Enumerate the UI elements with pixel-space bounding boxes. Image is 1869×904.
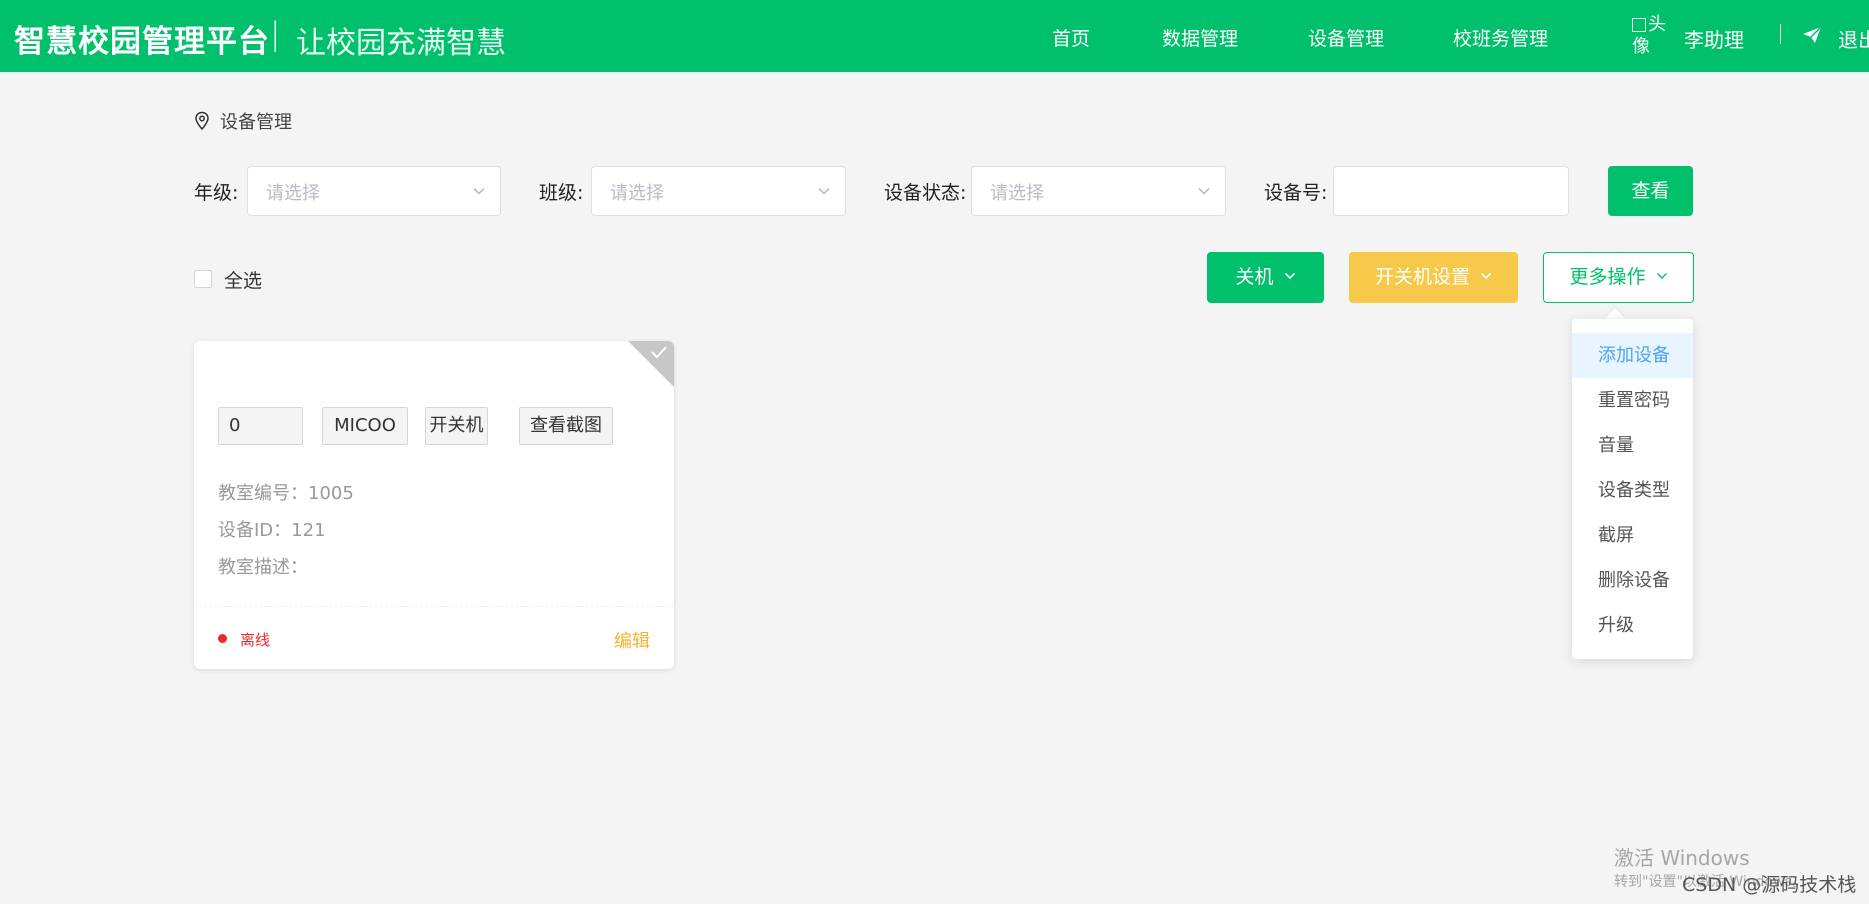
brand-slogan: 让校园充满智慧: [296, 26, 506, 61]
power-schedule-label: 开关机设置: [1374, 266, 1470, 288]
chevron-down-icon: [1284, 272, 1295, 280]
device-number-chip: 0: [218, 407, 303, 445]
grade-select[interactable]: 请选择: [247, 166, 501, 216]
view-screenshot-chip[interactable]: 查看截图: [519, 407, 613, 445]
check-icon: [651, 346, 667, 359]
nav-data-management[interactable]: 数据管理: [1162, 24, 1238, 51]
status-label: 设备状态:: [884, 182, 967, 204]
menu-item-device-type[interactable]: 设备类型: [1572, 468, 1693, 513]
device-card[interactable]: 0 MICOO 开关机 查看截图 教室编号：1005 设备ID：121 教室描述…: [194, 341, 674, 669]
status-badge: 离线: [240, 631, 271, 649]
logout-link[interactable]: 退出: [1838, 24, 1869, 53]
nav-home[interactable]: 首页: [1052, 24, 1090, 51]
device-id: 设备ID：121: [218, 520, 326, 541]
menu-item-upgrade[interactable]: 升级: [1572, 603, 1693, 648]
card-divider: [194, 606, 674, 607]
top-header: 智慧校园管理平台 | 让校园充满智慧 首页 数据管理 设备管理 校班务管理 头像…: [0, 0, 1869, 72]
more-actions-label: 更多操作: [1569, 266, 1646, 288]
chevron-down-icon: [1198, 188, 1210, 195]
windows-activation-title: 激活 Windows: [1614, 846, 1750, 870]
power-schedule-button[interactable]: 开关机设置: [1349, 252, 1518, 303]
chevron-down-icon: [1656, 273, 1667, 279]
location-pin-icon: [195, 111, 209, 131]
class-select[interactable]: 请选择: [591, 166, 846, 216]
device-no-label: 设备号:: [1264, 182, 1328, 204]
status-placeholder: 请选择: [990, 183, 1044, 204]
edit-link[interactable]: 编辑: [614, 627, 650, 653]
breadcrumb: 设备管理: [194, 108, 292, 134]
power-toggle-chip[interactable]: 开关机: [425, 407, 488, 445]
brand-title: 智慧校园管理平台: [14, 24, 270, 60]
grade-placeholder: 请选择: [266, 183, 320, 204]
menu-item-add-device[interactable]: 添加设备: [1572, 333, 1693, 378]
menu-item-screenshot[interactable]: 截屏: [1572, 513, 1693, 558]
avatar[interactable]: 头像: [1632, 14, 1676, 58]
status-select[interactable]: 请选择: [971, 166, 1226, 216]
menu-item-delete-device[interactable]: 删除设备: [1572, 558, 1693, 603]
grade-label: 年级:: [194, 182, 239, 204]
nav-device-management[interactable]: 设备管理: [1308, 24, 1384, 51]
chevron-down-icon: [1480, 272, 1492, 280]
nav-class-affairs[interactable]: 校班务管理: [1453, 24, 1548, 51]
menu-item-volume[interactable]: 音量: [1572, 423, 1693, 468]
username[interactable]: 李助理: [1684, 24, 1744, 53]
more-actions-menu: 添加设备 重置密码 音量 设备类型 截屏 删除设备 升级: [1572, 319, 1693, 659]
chevron-down-icon: [473, 188, 485, 195]
more-actions-button[interactable]: 更多操作: [1543, 252, 1694, 303]
brand-separator: |: [270, 16, 281, 52]
broken-image-icon: [1632, 18, 1646, 32]
select-all-checkbox[interactable]: [194, 270, 212, 288]
status-dot: [218, 634, 227, 643]
source-watermark: CSDN @源码技术栈: [1682, 874, 1857, 896]
device-no-input[interactable]: [1333, 166, 1569, 216]
breadcrumb-label: 设备管理: [220, 112, 292, 133]
shutdown-button[interactable]: 关机: [1207, 252, 1324, 303]
menu-item-reset-password[interactable]: 重置密码: [1572, 378, 1693, 423]
header-divider: [1780, 24, 1781, 44]
select-all-label[interactable]: 全选: [224, 266, 262, 293]
classroom-number: 教室编号：1005: [218, 483, 354, 504]
send-icon[interactable]: [1802, 26, 1822, 44]
chevron-down-icon: [818, 188, 830, 195]
shutdown-label: 关机: [1235, 266, 1274, 288]
class-placeholder: 请选择: [610, 183, 664, 204]
query-button[interactable]: 查看: [1608, 166, 1693, 216]
class-label: 班级:: [539, 182, 584, 204]
device-brand-chip: MICOO: [322, 407, 408, 445]
classroom-description: 教室描述：: [218, 557, 308, 578]
